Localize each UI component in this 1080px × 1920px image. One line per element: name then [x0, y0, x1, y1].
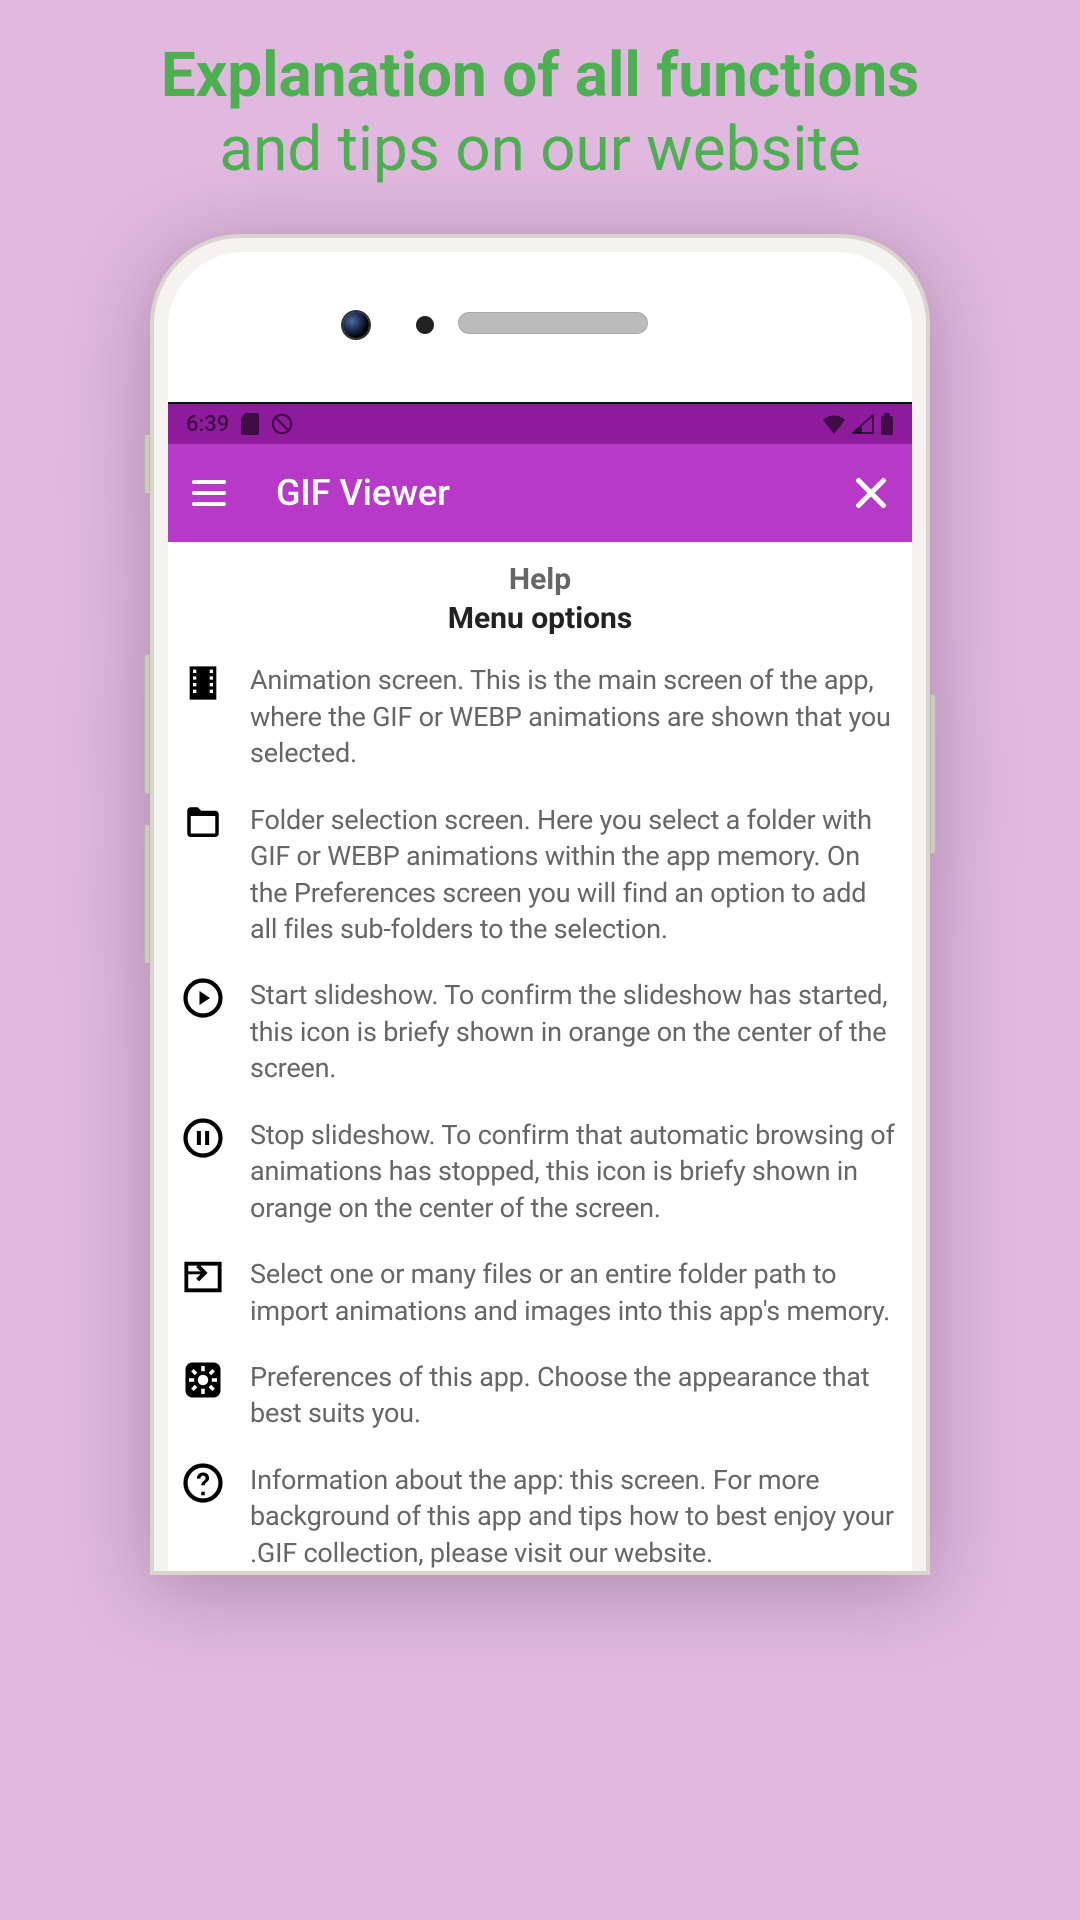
list-item: Start slideshow. To confirm the slidesho…	[178, 977, 902, 1086]
help-subtitle: Menu options	[178, 601, 902, 636]
statusbar: 6:39	[168, 404, 912, 444]
wifi-icon	[822, 414, 846, 434]
film-icon	[182, 662, 224, 704]
list-item: Stop slideshow. To confirm that automati…	[178, 1117, 902, 1226]
promo-line1: Explanation of all functions	[20, 42, 1060, 110]
app-screen: 6:39	[168, 402, 912, 1571]
folder-icon	[182, 802, 224, 844]
item-text: Stop slideshow. To confirm that automati…	[250, 1117, 898, 1226]
menu-button[interactable]	[192, 480, 226, 506]
help-circle-icon	[182, 1462, 224, 1504]
statusbar-time: 6:39	[186, 412, 229, 437]
phone-camera	[343, 312, 369, 338]
phone-mockup: 6:39	[150, 234, 930, 1575]
list-item: Folder selection screen. Here you select…	[178, 802, 902, 948]
phone-sensor	[416, 316, 434, 334]
help-content: Help Menu options Animation screen. This…	[168, 542, 912, 1571]
close-button[interactable]	[854, 476, 888, 510]
promo-line2: and tips on our website	[20, 116, 1060, 184]
list-item: Information about the app: this screen. …	[178, 1462, 902, 1571]
phone-side-button	[930, 694, 936, 854]
list-item: Preferences of this app. Choose the appe…	[178, 1359, 902, 1432]
import-icon	[182, 1256, 224, 1298]
settings-box-icon	[182, 1359, 224, 1401]
list-item: Animation screen. This is the main scree…	[178, 662, 902, 771]
list-item: Select one or many files or an entire fo…	[178, 1256, 902, 1329]
dnd-icon	[271, 413, 293, 435]
promo-header: Explanation of all functions and tips on…	[0, 0, 1080, 234]
phone-bezel-top	[168, 252, 912, 402]
pause-circle-icon	[182, 1117, 224, 1159]
help-title: Help	[178, 562, 902, 597]
item-text: Preferences of this app. Choose the appe…	[250, 1359, 898, 1432]
signal-icon	[852, 414, 874, 434]
app-title: GIF Viewer	[276, 472, 854, 514]
item-text: Select one or many files or an entire fo…	[250, 1256, 898, 1329]
sd-card-icon	[241, 413, 259, 435]
item-text: Information about the app: this screen. …	[250, 1462, 898, 1571]
battery-icon	[880, 413, 894, 435]
phone-speaker	[458, 312, 648, 334]
play-circle-icon	[182, 977, 224, 1019]
item-text: Start slideshow. To confirm the slidesho…	[250, 977, 898, 1086]
appbar: GIF Viewer	[168, 444, 912, 542]
item-text: Folder selection screen. Here you select…	[250, 802, 898, 948]
item-text: Animation screen. This is the main scree…	[250, 662, 898, 771]
